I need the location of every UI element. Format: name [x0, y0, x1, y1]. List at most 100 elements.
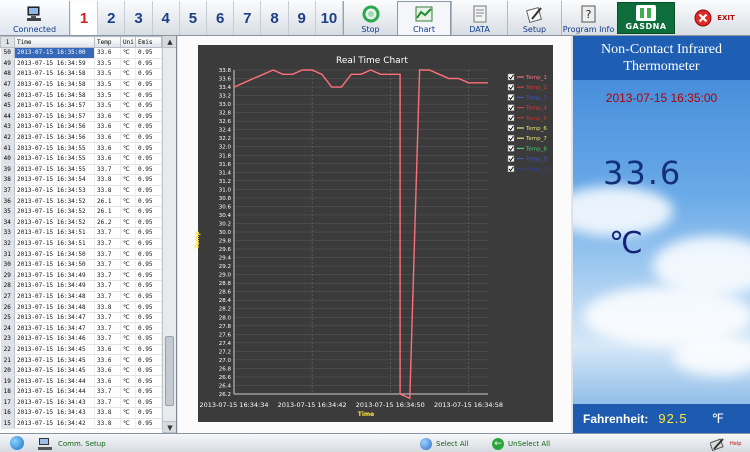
chart-area: Real Time Chart 26.2 26.4 26.6 26.8 27.0 27.2 2… [178, 36, 571, 433]
scroll-up-icon[interactable]: ▲ [163, 36, 176, 48]
unit-cell: ℃ [120, 47, 136, 59]
table-row[interactable]: 19 2013-07-15 16:34:44 33.6 ℃ 0.95 [0, 375, 162, 387]
table-row[interactable]: 28 2013-07-15 16:34:49 33.7 ℃ 0.95 [0, 280, 162, 292]
table-row[interactable]: 32 2013-07-15 16:34:51 33.7 ℃ 0.95 [0, 238, 162, 250]
table-row[interactable]: 21 2013-07-15 16:34:45 33.6 ℃ 0.95 [0, 354, 162, 366]
table-row[interactable]: 41 2013-07-15 16:34:55 33.6 ℃ 0.95 [0, 142, 162, 154]
select-all-button[interactable]: Select All [420, 436, 469, 451]
table-row[interactable]: 16 2013-07-15 16:34:43 33.8 ℃ 0.95 [0, 407, 162, 419]
stop-button[interactable]: Stop [343, 1, 397, 35]
y-tick-label: 27.2 [219, 349, 231, 355]
table-row[interactable]: 33 2013-07-15 16:34:51 33.7 ℃ 0.95 [0, 227, 162, 239]
table-row[interactable]: 36 2013-07-15 16:34:52 26.1 ℃ 0.95 [0, 195, 162, 207]
table-row[interactable]: 43 2013-07-15 16:34:56 33.6 ℃ 0.95 [0, 121, 162, 133]
table-row[interactable]: 38 2013-07-15 16:34:54 33.8 ℃ 0.95 [0, 174, 162, 186]
temp-cell: 33.7 [94, 291, 121, 303]
table-row[interactable]: 25 2013-07-15 16:34:47 33.7 ℃ 0.95 [0, 312, 162, 324]
help-button[interactable]: Help [710, 436, 741, 451]
channel-tab-2[interactable]: 2 [98, 1, 126, 35]
table-row[interactable]: 23 2013-07-15 16:34:46 33.7 ℃ 0.95 [0, 333, 162, 345]
emis-cell: 0.95 [135, 291, 162, 303]
emis-cell: 0.95 [135, 111, 162, 123]
unit-cell: ℃ [120, 269, 136, 282]
row-number: 20 [0, 365, 15, 377]
table-row[interactable]: 46 2013-07-15 16:34:58 33.5 ℃ 0.95 [0, 89, 162, 101]
channel-tab-3[interactable]: 3 [125, 1, 153, 35]
channel-tab-5[interactable]: 5 [180, 1, 208, 35]
table-row[interactable]: 44 2013-07-15 16:34:57 33.6 ℃ 0.95 [0, 111, 162, 123]
time-cell: 2013-07-15 16:34:47 [14, 312, 95, 324]
header-unit[interactable]: Uni [120, 36, 136, 48]
temp-cell: 33.6 [94, 132, 121, 144]
unit-cell: ℃ [120, 397, 136, 409]
row-number: 40 [0, 153, 15, 165]
table-row[interactable]: 17 2013-07-15 16:34:43 33.7 ℃ 0.95 [0, 397, 162, 409]
channel-tab-4[interactable]: 4 [153, 1, 180, 35]
legend-label: Temp_5 [525, 116, 547, 122]
temp-cell: 33.7 [94, 269, 121, 282]
channel-tab-1[interactable]: 1 [71, 1, 99, 35]
table-row[interactable]: 31 2013-07-15 16:34:50 33.7 ℃ 0.95 [0, 248, 162, 260]
unit-cell: ℃ [120, 164, 136, 176]
time-cell: 2013-07-15 16:34:43 [14, 397, 95, 409]
table-row[interactable]: 48 2013-07-15 16:34:58 33.5 ℃ 0.95 [0, 68, 162, 80]
table-row[interactable]: 45 2013-07-15 16:34:57 33.5 ℃ 0.95 [0, 100, 162, 112]
unit-cell: ℃ [120, 132, 136, 144]
real-time-chart[interactable]: Real Time Chart 26.2 26.4 26.6 26.8 27.0 27.2 2… [178, 36, 571, 433]
temp-cell: 26.1 [94, 206, 121, 218]
channel-tab-10[interactable]: 10 [316, 1, 344, 35]
table-row[interactable]: 30 2013-07-15 16:34:50 33.7 ℃ 0.95 [0, 259, 162, 271]
table-row[interactable]: 49 2013-07-15 16:34:59 33.5 ℃ 0.95 [0, 58, 162, 70]
data-table: 1 Time Temp Uni Emis 50 2013-07-15 16:35:… [0, 36, 162, 430]
help-label: Help [730, 440, 742, 447]
table-row[interactable]: 15 2013-07-15 16:34:42 33.8 ℃ 0.95 [0, 418, 162, 430]
table-row[interactable]: 47 2013-07-15 16:34:58 33.5 ℃ 0.95 [0, 79, 162, 91]
header-time[interactable]: Time [14, 36, 95, 48]
scroll-down-icon[interactable]: ▼ [163, 421, 176, 433]
table-row[interactable]: 50 2013-07-15 16:35:00 33.6 ℃ 0.95 [0, 47, 162, 59]
channel-tab-9[interactable]: 9 [289, 1, 316, 35]
table-row[interactable]: 39 2013-07-15 16:34:55 33.7 ℃ 0.95 [0, 164, 162, 176]
table-row[interactable]: 18 2013-07-15 16:34:44 33.7 ℃ 0.95 [0, 386, 162, 398]
table-row[interactable]: 29 2013-07-15 16:34:49 33.7 ℃ 0.95 [0, 269, 162, 282]
y-tick-label: 30.0 [219, 230, 232, 236]
time-cell: 2013-07-15 16:34:50 [14, 259, 95, 271]
channel-tab-8[interactable]: 8 [261, 1, 289, 35]
emis-cell: 0.95 [135, 333, 162, 345]
legend-label: Temp_10 [525, 167, 551, 173]
comm-setup-button[interactable]: Comm. Setup [38, 436, 106, 451]
table-row[interactable]: 26 2013-07-15 16:34:48 33.8 ℃ 0.95 [0, 301, 162, 313]
emis-cell: 0.95 [135, 280, 162, 292]
program-info-button[interactable]: ? Program Info [561, 1, 615, 35]
unit-cell: ℃ [120, 153, 136, 165]
table-row[interactable]: 20 2013-07-15 16:34:45 33.6 ℃ 0.95 [0, 365, 162, 377]
table-row[interactable]: 22 2013-07-15 16:34:45 33.6 ℃ 0.95 [0, 344, 162, 356]
table-row[interactable]: 35 2013-07-15 16:34:52 26.1 ℃ 0.95 [0, 206, 162, 218]
table-row[interactable]: 34 2013-07-15 16:34:52 26.2 ℃ 0.95 [0, 217, 162, 229]
temp-cell: 33.6 [94, 142, 121, 154]
channel-tab-6[interactable]: 6 [207, 1, 235, 35]
scroll-thumb[interactable] [165, 336, 174, 406]
emis-cell: 0.95 [135, 185, 162, 197]
unit-cell: ℃ [120, 174, 136, 186]
table-row[interactable]: 24 2013-07-15 16:34:47 33.7 ℃ 0.95 [0, 322, 162, 335]
channel-tab-7[interactable]: 7 [234, 1, 262, 35]
table-row[interactable]: 37 2013-07-15 16:34:53 33.8 ℃ 0.95 [0, 185, 162, 197]
table-row[interactable]: 27 2013-07-15 16:34:48 33.7 ℃ 0.95 [0, 291, 162, 303]
exit-button[interactable]: EXIT [680, 2, 748, 34]
header-row-number[interactable]: 1 [0, 36, 15, 48]
unselect-all-button[interactable]: ← UnSelect All [492, 436, 550, 451]
setup-button[interactable]: Setup [507, 1, 561, 35]
stop-icon [362, 5, 379, 23]
table-scrollbar[interactable]: ▲ ▼ [162, 36, 176, 433]
table-row[interactable]: 40 2013-07-15 16:34:55 33.6 ℃ 0.95 [0, 153, 162, 165]
header-temp[interactable]: Temp [94, 36, 121, 48]
header-emis[interactable]: Emis [135, 36, 162, 48]
row-number: 24 [0, 322, 15, 335]
temp-cell: 33.7 [94, 248, 121, 260]
y-tick-label: 26.6 [219, 375, 232, 381]
connected-button[interactable]: Connected [0, 1, 70, 35]
table-row[interactable]: 42 2013-07-15 16:34:56 33.6 ℃ 0.95 [0, 132, 162, 144]
chart-button[interactable]: Chart [397, 1, 451, 35]
data-button[interactable]: DATA [451, 1, 507, 35]
